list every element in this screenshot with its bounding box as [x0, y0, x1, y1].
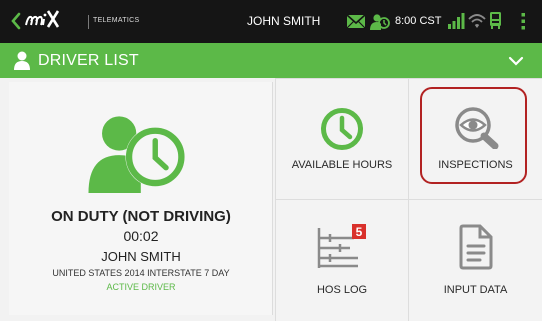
wifi-icon: [468, 14, 486, 28]
hos-ruleset: UNITED STATES 2014 INTERSTATE 7 DAY: [52, 268, 230, 278]
chevron-down-icon[interactable]: [508, 55, 524, 67]
person-icon: [14, 51, 30, 70]
driver-card[interactable]: ON DUTY (NOT DRIVING) 00:02 JOHN SMITH U…: [9, 82, 273, 315]
inspections-label: INSPECTIONS: [438, 159, 513, 171]
driver-role-badge: ACTIVE DRIVER: [106, 282, 176, 292]
content-area: ON DUTY (NOT DRIVING) 00:02 JOHN SMITH U…: [0, 78, 542, 321]
clock-icon: [321, 108, 363, 150]
log-count-badge-text: 5: [356, 225, 363, 239]
current-user-name[interactable]: JOHN SMITH: [247, 14, 320, 28]
duty-status-icon[interactable]: [370, 12, 390, 31]
input-data-label: INPUT DATA: [443, 284, 508, 296]
hos-log-icon: 5: [317, 224, 366, 268]
clock-time: 8:00 CST: [395, 15, 442, 27]
hos-log-tile[interactable]: 5 HOS LOG: [275, 199, 408, 321]
vehicle-device-icon[interactable]: [489, 11, 502, 30]
duty-status: ON DUTY (NOT DRIVING): [51, 208, 231, 225]
logo-wordmark: [24, 7, 60, 35]
inspections-tile[interactable]: INSPECTIONS: [408, 78, 542, 199]
status-bar: TELEMATICS JOHN SMITH 8:00 CST: [0, 0, 542, 43]
mix-logo: TELEMATICS: [24, 7, 139, 35]
duty-timer: 00:02: [123, 228, 159, 244]
back-chevron-icon[interactable]: [10, 12, 22, 30]
available-hours-tile[interactable]: AVAILABLE HOURS: [275, 78, 408, 199]
driver-list-header[interactable]: DRIVER LIST: [0, 43, 542, 78]
app-window: TELEMATICS JOHN SMITH 8:00 CST DRIVER LI…: [0, 0, 542, 321]
page-title: DRIVER LIST: [38, 52, 139, 69]
driver-duty-clock-icon: [88, 116, 185, 193]
document-icon: [459, 224, 492, 270]
input-data-tile[interactable]: INPUT DATA: [408, 199, 542, 321]
available-hours-label: AVAILABLE HOURS: [291, 159, 393, 171]
mail-icon[interactable]: [346, 14, 366, 29]
hos-log-label: HOS LOG: [316, 284, 368, 296]
cellular-signal-icon: [448, 13, 465, 29]
logo-divider: [88, 15, 89, 29]
overflow-menu-icon[interactable]: [518, 12, 528, 31]
logo-subtitle: TELEMATICS: [93, 17, 140, 24]
driver-name: JOHN SMITH: [101, 249, 181, 264]
eye-magnifier-icon: [454, 107, 498, 149]
